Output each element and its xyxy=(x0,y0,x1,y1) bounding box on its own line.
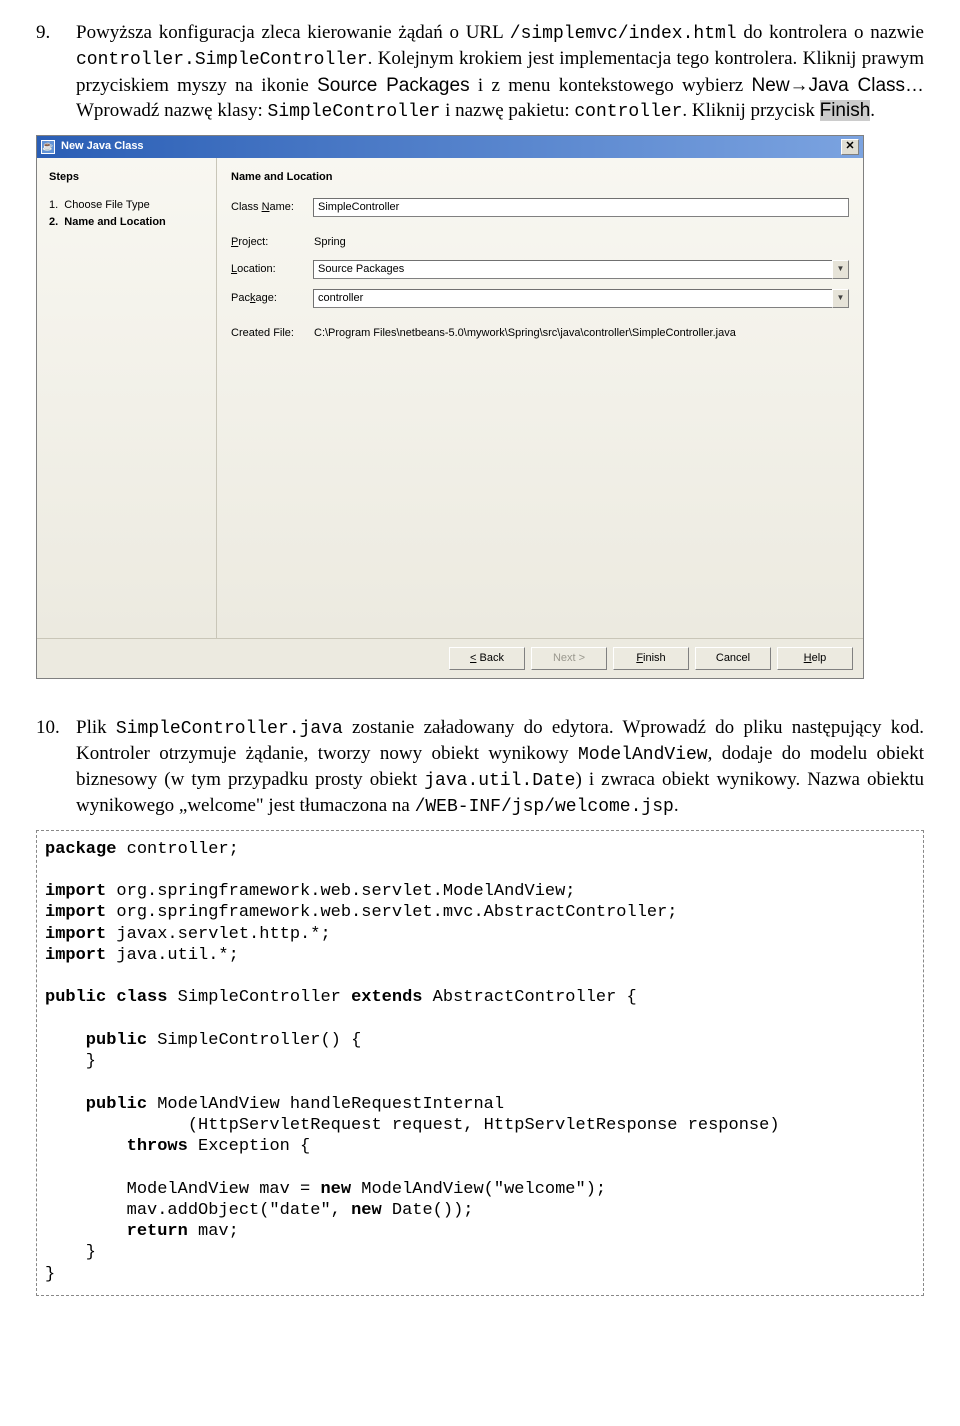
back-button[interactable]: < < BackBack xyxy=(449,647,525,670)
created-file-value: C:\Program Files\netbeans-5.0\mywork\Spr… xyxy=(313,326,849,341)
cancel-button[interactable]: Cancel xyxy=(695,647,771,670)
step-2: 2. Name and Location xyxy=(49,215,204,230)
package-row: Package: controller ▼ xyxy=(231,289,849,308)
dialog-titlebar: ☕ New Java Class ✕ xyxy=(37,136,863,158)
form-panel: Name and Location Class Name: SimpleCont… xyxy=(217,158,863,638)
close-button[interactable]: ✕ xyxy=(841,139,859,155)
list-number: 9. xyxy=(36,20,76,125)
form-header: Name and Location xyxy=(231,170,849,185)
class-name-row: Class Name: SimpleController xyxy=(231,198,849,217)
location-select[interactable]: Source Packages xyxy=(313,260,833,279)
package-input[interactable]: controller xyxy=(313,289,833,308)
paragraph-10: 10. Plik SimpleController.java zostanie … xyxy=(36,715,924,820)
paragraph-9: 9. Powyższa konfiguracja zleca kierowani… xyxy=(36,20,924,125)
steps-header: Steps xyxy=(49,170,204,185)
created-file-row: Created File: C:\Program Files\netbeans-… xyxy=(231,326,849,341)
help-button[interactable]: Help xyxy=(777,647,853,670)
paragraph-body: Plik SimpleController.java zostanie zała… xyxy=(76,715,924,820)
package-dropdown-button[interactable]: ▼ xyxy=(832,289,849,308)
new-java-class-dialog: ☕ New Java Class ✕ Steps 1. Choose File … xyxy=(36,135,924,679)
location-dropdown-button[interactable]: ▼ xyxy=(832,260,849,279)
step-1: 1. Choose File Type xyxy=(49,198,204,213)
project-value: Spring xyxy=(313,235,849,250)
code-block: package controller; import org.springfra… xyxy=(36,830,924,1296)
created-file-label: Created File: xyxy=(231,326,313,341)
paragraph-body: Powyższa konfiguracja zleca kierowanie ż… xyxy=(76,20,924,125)
button-bar: < < BackBack Next > Finish Cancel Help xyxy=(37,638,863,678)
location-label: Location: xyxy=(231,262,313,277)
dialog-title: New Java Class xyxy=(61,139,144,154)
package-label: Package: xyxy=(231,291,313,306)
finish-button[interactable]: Finish xyxy=(613,647,689,670)
list-number: 10. xyxy=(36,715,76,820)
class-name-label: Class Name: xyxy=(231,200,313,215)
steps-panel: Steps 1. Choose File Type 2. Name and Lo… xyxy=(37,158,217,638)
location-row: Location: Source Packages ▼ xyxy=(231,260,849,279)
class-name-input[interactable]: SimpleController xyxy=(313,198,849,217)
project-label: Project: xyxy=(231,235,313,250)
project-row: Project: Spring xyxy=(231,235,849,250)
window-icon: ☕ xyxy=(41,140,55,154)
next-button: Next > xyxy=(531,647,607,670)
